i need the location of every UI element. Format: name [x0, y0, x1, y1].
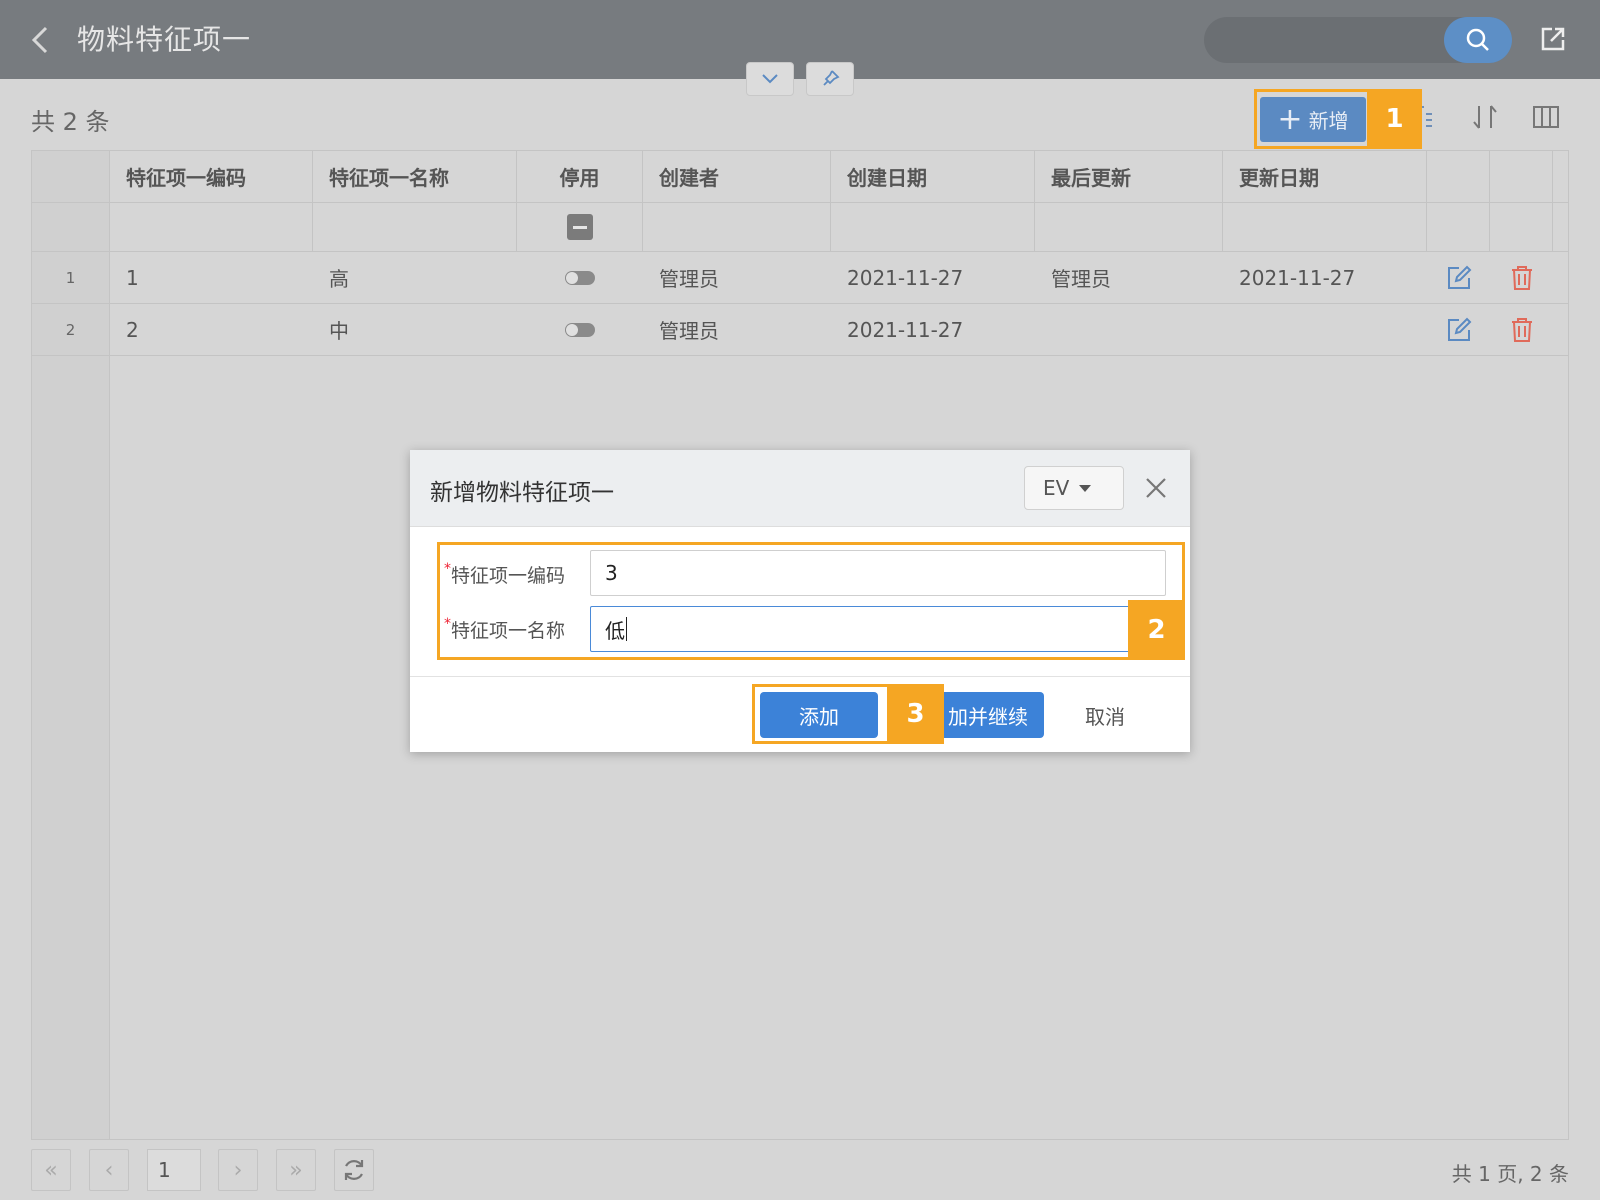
collapse-toggle-button[interactable] [746, 62, 794, 96]
annotation-box [437, 542, 1185, 660]
column-header[interactable]: 更新日期 [1223, 151, 1427, 202]
dialog-footer-divider [410, 676, 1190, 677]
language-value: EV [1043, 476, 1070, 500]
updater-cell: 管理员 [1051, 267, 1111, 291]
updated-date-cell: 2021-11-27 [1239, 265, 1356, 290]
edit-column-header [1427, 151, 1490, 202]
creator-cell: 管理员 [659, 319, 719, 343]
updater-cell [1035, 304, 1223, 355]
record-count: 共 2 条 [31, 108, 110, 136]
table-header-row: 特征项一编码 特征项一名称 停用 创建者 创建日期 最后更新 更新日期 [32, 151, 1568, 203]
column-header[interactable]: 创建日期 [831, 151, 1035, 202]
table-row[interactable]: 1 1 高 管理员 2021-11-27 管理员 2021-11-27 [32, 252, 1568, 304]
annotation-tag: 2 [1128, 600, 1185, 660]
updated-date-cell [1223, 304, 1427, 355]
pin-icon [823, 70, 840, 86]
filter-cell[interactable] [831, 203, 1035, 251]
filter-cell[interactable] [110, 203, 313, 251]
dialog-title: 新增物料特征项一 [430, 480, 614, 506]
row-number: 2 [32, 304, 110, 355]
filter-cell[interactable] [313, 203, 517, 251]
created-date-cell: 2021-11-27 [847, 317, 964, 342]
app-header: 物料特征项一 [0, 0, 1600, 79]
search-icon [1466, 28, 1489, 51]
filter-cell[interactable] [643, 203, 831, 251]
share-icon[interactable] [1538, 24, 1568, 54]
delete-cell [1490, 252, 1553, 303]
caret-down-icon [1079, 484, 1092, 492]
close-icon[interactable] [1144, 476, 1168, 500]
chevron-down-icon [762, 74, 778, 84]
trash-icon[interactable] [1510, 265, 1534, 291]
next-page-button[interactable]: › [218, 1149, 258, 1191]
sort-icon[interactable] [1470, 102, 1500, 132]
disabled-toggle[interactable] [565, 322, 595, 337]
filter-cell [1490, 203, 1553, 251]
column-header[interactable]: 最后更新 [1035, 151, 1223, 202]
refresh-icon [344, 1160, 364, 1180]
pin-button[interactable] [806, 62, 854, 96]
row-number: 1 [32, 252, 110, 303]
edit-cell [1427, 304, 1490, 355]
page-input[interactable]: 1 [147, 1149, 201, 1191]
column-header[interactable]: 特征项一名称 [313, 151, 517, 202]
delete-cell [1490, 304, 1553, 355]
filter-cell[interactable] [517, 203, 643, 251]
column-header[interactable]: 创建者 [643, 151, 831, 202]
annotation-tag: 1 [1367, 89, 1422, 149]
column-header[interactable]: 特征项一编码 [110, 151, 313, 202]
search-button[interactable] [1444, 17, 1512, 63]
created-date-cell: 2021-11-27 [847, 265, 964, 290]
annotation-tag: 3 [887, 684, 944, 744]
last-page-button[interactable]: » [276, 1149, 316, 1191]
prev-page-button[interactable]: ‹ [89, 1149, 129, 1191]
page-title: 物料特征项一 [77, 23, 252, 56]
column-header[interactable]: 停用 [517, 151, 643, 202]
indeterminate-checkbox[interactable] [566, 214, 593, 240]
cancel-button[interactable]: 取消 [1060, 692, 1150, 738]
back-arrow-icon[interactable] [28, 24, 54, 56]
name-cell: 高 [329, 267, 349, 291]
add-and-continue-button[interactable]: 加并继续 [930, 692, 1044, 738]
filter-cell[interactable] [1035, 203, 1223, 251]
edit-icon[interactable] [1446, 265, 1472, 291]
trash-icon[interactable] [1510, 317, 1534, 343]
table-filter-row [32, 203, 1568, 252]
dialog-header: 新增物料特征项一 EV [410, 450, 1190, 527]
refresh-button[interactable] [334, 1149, 374, 1191]
language-select[interactable]: EV [1024, 466, 1124, 510]
creator-cell: 管理员 [659, 267, 719, 291]
delete-column-header [1490, 151, 1553, 202]
disabled-toggle-cell [517, 252, 643, 303]
code-cell: 2 [126, 317, 139, 342]
edit-cell [1427, 252, 1490, 303]
code-cell: 1 [126, 265, 139, 290]
filter-cell[interactable] [1223, 203, 1427, 251]
pagination-summary: 共 1 页, 2 条 [1451, 1162, 1569, 1186]
columns-icon[interactable] [1531, 102, 1561, 132]
table-row[interactable]: 2 2 中 管理员 2021-11-27 [32, 304, 1568, 356]
filter-cell [1427, 203, 1490, 251]
first-page-button[interactable]: « [31, 1149, 71, 1191]
disabled-toggle-cell [517, 304, 643, 355]
name-cell: 中 [329, 319, 349, 343]
edit-icon[interactable] [1446, 317, 1472, 343]
disabled-toggle[interactable] [565, 270, 595, 285]
